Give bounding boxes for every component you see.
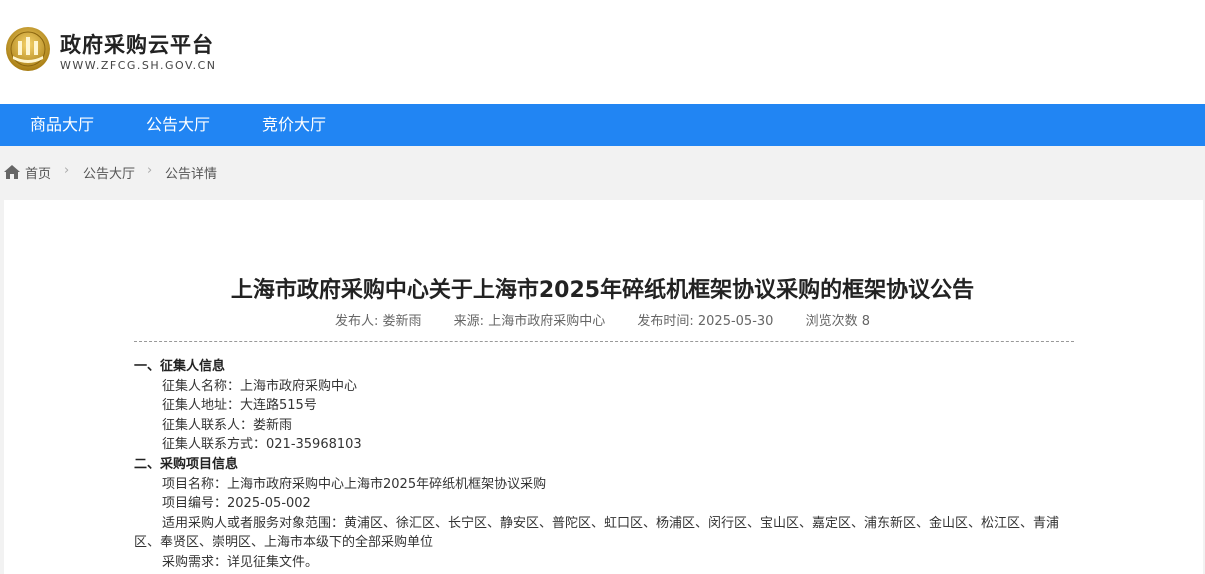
government-emblem-icon[interactable]: [5, 26, 51, 72]
nav-item-announcements[interactable]: 公告大厅: [146, 104, 210, 146]
page-title: 上海市政府采购中心关于上海市2025年碎纸机框架协议采购的框架协议公告: [230, 278, 975, 303]
list-item: 征集人地址：大连路515号: [162, 398, 317, 414]
list-item: 项目编号：2025-05-002: [162, 496, 311, 512]
date-label: 发布时间:: [637, 314, 694, 329]
list-item: 采购需求：详见征集文件。: [162, 554, 319, 570]
breadcrumb: 首页 › 公告大厅 › 公告详情: [0, 146, 1205, 200]
section-heading: 二、采购项目信息: [134, 456, 239, 472]
date-value: 2025-05-30: [697, 314, 774, 329]
article-meta: 发布人: 娄新雨 来源: 上海市政府采购中心 发布时间: 2025-05-30 …: [0, 310, 1205, 329]
publisher-label: 发布人:: [334, 314, 379, 329]
nav-item-bidding[interactable]: 竞价大厅: [262, 104, 326, 146]
main-nav: 商品大厅 公告大厅 竞价大厅: [0, 104, 1205, 146]
article-body: 一、征集人信息 征集人名称：上海市政府采购中心 征集人地址：大连路515号 征集…: [134, 357, 1079, 573]
source-value: 上海市政府采购中心: [488, 314, 606, 329]
nav-item-products[interactable]: 商品大厅: [30, 104, 94, 146]
list-item: 征集人名称：上海市政府采购中心: [162, 378, 358, 394]
publisher-value: 娄新雨: [382, 314, 422, 329]
list-item: 适用采购人或者服务对象范围：黄浦区、徐汇区、长宁区、静安区、普陀区、虹口区、杨浦…: [134, 515, 1060, 551]
breadcrumb-home[interactable]: 首页: [25, 163, 51, 182]
chevron-right-icon: ›: [64, 163, 70, 178]
list-item: 征集人联系方式：021-35968103: [162, 437, 362, 453]
list-item: 项目名称：上海市政府采购中心上海市2025年碎纸机框架协议采购: [162, 476, 547, 492]
list-item: 征集人联系人：娄新雨: [162, 417, 293, 433]
home-icon[interactable]: [4, 165, 20, 179]
chevron-right-icon: ›: [147, 163, 153, 178]
breadcrumb-announcements[interactable]: 公告大厅: [83, 163, 135, 182]
breadcrumb-current: 公告详情: [165, 167, 218, 182]
views-label: 浏览次数: [805, 314, 858, 329]
site-url[interactable]: WWW.ZFCG.SH.GOV.CN: [60, 59, 217, 72]
views-value: 8: [861, 314, 871, 329]
section-heading: 一、征集人信息: [134, 359, 226, 374]
source-label: 来源:: [453, 314, 485, 329]
site-title[interactable]: 政府采购云平台: [60, 29, 214, 59]
divider: [134, 341, 1074, 342]
site-header: 政府采购云平台 WWW.ZFCG.SH.GOV.CN: [0, 0, 1205, 104]
